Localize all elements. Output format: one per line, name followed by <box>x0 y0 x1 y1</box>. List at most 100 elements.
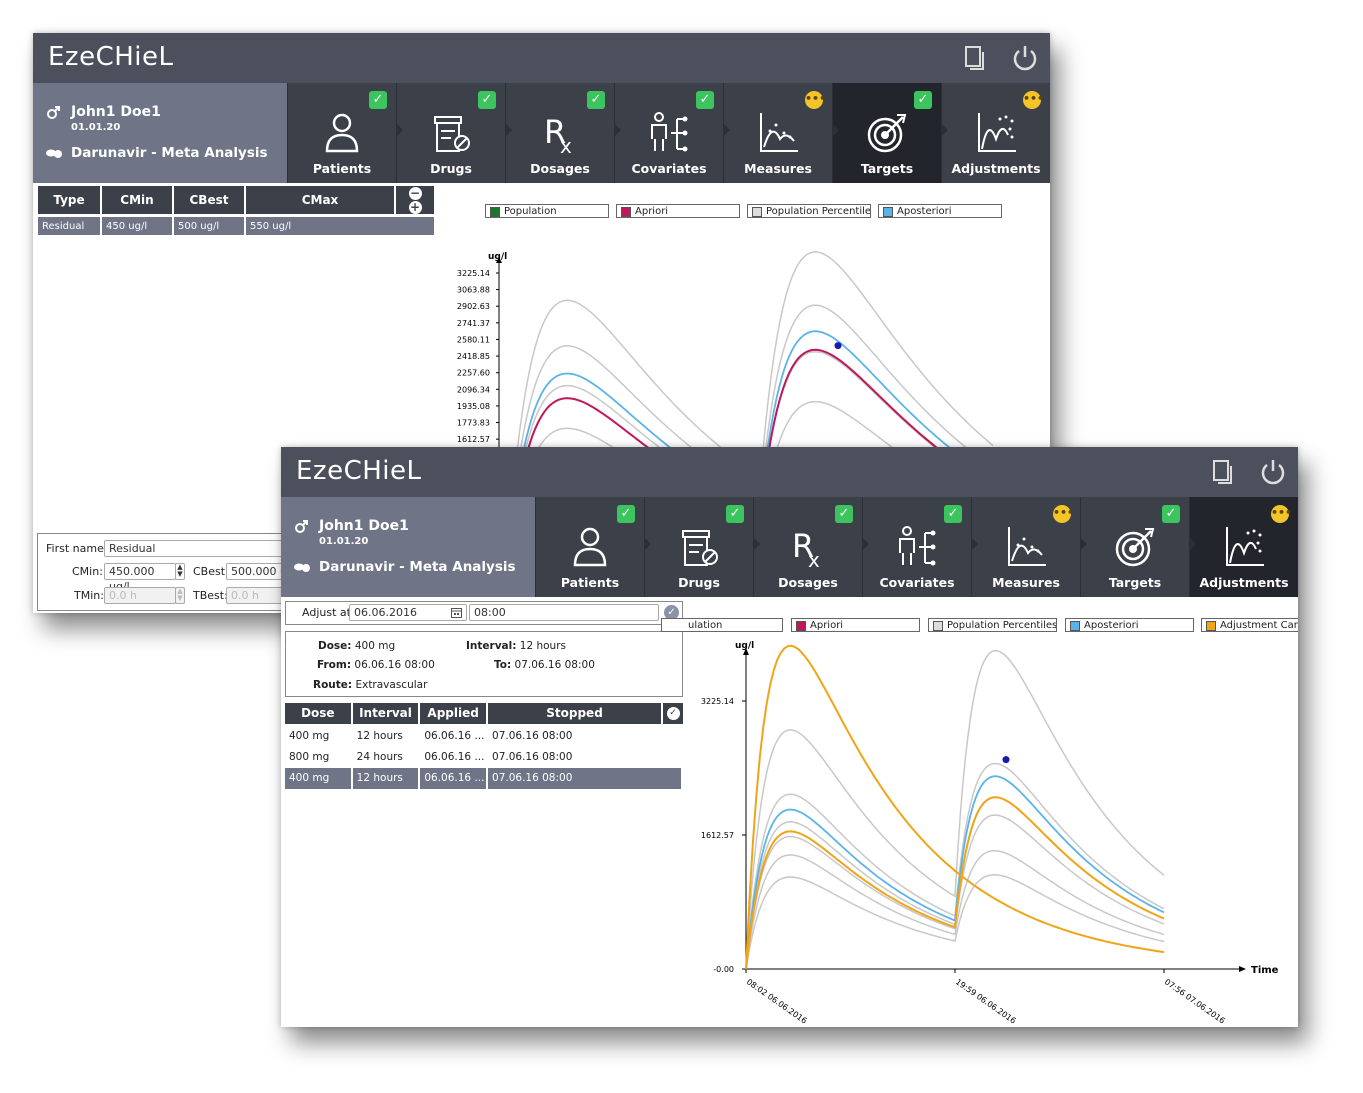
y-tick-label: 1612.57 <box>457 435 490 444</box>
table-row-selected[interactable]: 400 mg 12 hours 06.06.16 ... 07.06.16 08… <box>285 768 683 789</box>
legend-adjustment[interactable]: Adjustment Cand <box>1201 618 1298 632</box>
col-cmin[interactable]: CMin <box>102 186 172 214</box>
tab-patients[interactable]: ✓ Patients <box>287 83 396 183</box>
table-row[interactable]: Residual 450 ug/l 500 ug/l 550 ug/l <box>38 217 434 235</box>
col-type[interactable]: Type <box>38 186 100 214</box>
y-tick-label: 2096.34 <box>457 385 490 394</box>
tmin-field[interactable]: 0.0 h <box>104 587 176 604</box>
adjust-date-field[interactable]: 06.06.2016 <box>349 604 467 621</box>
tab-label: Dosages <box>778 575 838 590</box>
tab-adjustments[interactable]: ••• Adjustments <box>941 83 1050 183</box>
legend-percentiles[interactable]: Population Percentiles <box>928 618 1057 632</box>
male-icon <box>47 106 60 119</box>
legend-aposteriori[interactable]: Aposteriori <box>1065 618 1194 632</box>
pill-bottle-icon <box>434 116 470 152</box>
y-tick-label: 2418.85 <box>457 352 490 361</box>
person-icon <box>573 527 607 567</box>
adjust-time-field[interactable]: 08:00 <box>469 604 659 621</box>
measures-chart-icon <box>760 113 798 152</box>
tab-drugs[interactable]: ✓ Drugs <box>396 83 505 183</box>
power-icon[interactable] <box>1259 458 1287 486</box>
document-icon[interactable] <box>1209 458 1237 486</box>
first-name-field[interactable]: Residual <box>104 540 304 557</box>
tab-label: Drugs <box>430 161 472 176</box>
add-target-button[interactable]: + <box>408 201 422 214</box>
adjust-at-row: Adjust at: 06.06.2016 08:00 ✓ <box>285 601 683 625</box>
remove-target-button[interactable]: − <box>408 187 422 200</box>
legend-apriori[interactable]: Apriori <box>616 204 740 218</box>
svg-text:x: x <box>808 548 820 569</box>
pending-icon: ••• <box>1271 505 1292 523</box>
patient-name: John1 Doe1 <box>71 104 161 120</box>
cmin-stepper[interactable]: ▲ ▼ <box>175 563 185 580</box>
power-icon[interactable] <box>1011 44 1039 72</box>
covariates-icon <box>651 112 688 152</box>
x-tick-label: 19:59 06.06.2016 <box>954 977 1018 1025</box>
person-icon <box>325 113 359 153</box>
target-icon <box>1115 528 1155 567</box>
calendar-icon[interactable] <box>451 607 462 618</box>
patient-panel: John1 Doe1 01.01.20 Darunavir - Meta Ana… <box>281 497 535 597</box>
rx-icon: Rx <box>544 113 572 155</box>
document-icon[interactable] <box>961 44 989 72</box>
tab-targets[interactable]: ✓ Targets <box>1080 497 1189 597</box>
tab-label: Targets <box>1108 575 1162 590</box>
tab-adjustments[interactable]: ••• Adjustments <box>1189 497 1298 597</box>
title-bar: EzeCHieL <box>281 447 1298 497</box>
y-tick-label: -0.00 <box>713 965 734 974</box>
table-row[interactable]: 400 mg 12 hours 06.06.16 ... 07.06.16 08… <box>285 726 683 747</box>
adjustment-line-2 <box>745 796 1165 970</box>
title-bar: EzeCHieL <box>33 33 1050 83</box>
tab-dosages[interactable]: Rx ✓ Dosages <box>753 497 862 597</box>
pills-icon <box>294 563 310 572</box>
legend-aposteriori[interactable]: Aposteriori <box>878 204 1002 218</box>
y-tick-label: 1773.83 <box>457 419 490 428</box>
pills-icon <box>46 149 62 158</box>
legend-percentiles[interactable]: Population Percentiles <box>747 204 871 218</box>
drug-name: Darunavir - Meta Analysis <box>71 145 268 161</box>
legend-apriori[interactable]: Apriori <box>791 618 920 632</box>
col-stopped[interactable]: Stopped <box>487 703 662 724</box>
app-title: EzeCHieL <box>296 456 422 486</box>
tab-label: Measures <box>992 575 1060 590</box>
check-icon: ✓ <box>696 91 714 109</box>
x-axis-label: Time <box>1251 965 1279 976</box>
tab-covariates[interactable]: ✓ Covariates <box>614 83 723 183</box>
tab-label: Drugs <box>678 575 720 590</box>
x-tick-label: 08:02 06.06.2016 <box>745 977 809 1025</box>
col-interval[interactable]: Interval <box>352 703 419 724</box>
targets-table: Type CMin CBest CMax − + Residual 450 ug… <box>36 186 436 235</box>
svg-text:x: x <box>560 134 572 155</box>
col-cbest[interactable]: CBest <box>174 186 244 214</box>
check-icon: ✓ <box>1162 505 1180 523</box>
tab-targets[interactable]: ✓ Targets <box>832 83 941 183</box>
legend-population[interactable]: Population <box>485 204 609 218</box>
tmin-stepper[interactable]: ▲ ▼ <box>175 587 185 604</box>
x-axis-arrow <box>1239 966 1246 972</box>
tab-covariates[interactable]: ✓ Covariates <box>862 497 971 597</box>
drug-name: Darunavir - Meta Analysis <box>319 559 516 575</box>
check-icon: ✓ <box>835 505 853 523</box>
tab-drugs[interactable]: ✓ Drugs <box>644 497 753 597</box>
cmin-field[interactable]: 450.000 ug/l <box>104 563 176 593</box>
col-dose[interactable]: Dose <box>285 703 351 724</box>
y-tick-label: 1935.08 <box>457 402 490 411</box>
tab-dosages[interactable]: Rx ✓ Dosages <box>505 83 614 183</box>
tab-label: Targets <box>860 161 914 176</box>
col-cmax[interactable]: CMax <box>246 186 394 214</box>
legend-population[interactable]: ulation <box>661 618 783 632</box>
adjustments-chart-icon <box>978 113 1016 152</box>
tab-measures[interactable]: ••• Measures <box>971 497 1080 597</box>
table-row[interactable]: 800 mg 24 hours 06.06.16 ... 07.06.16 08… <box>285 747 683 768</box>
tab-patients[interactable]: ✓ Patients <box>535 497 644 597</box>
dosage-info: Dose: 400 mg Interval: 12 hours From: 06… <box>285 631 683 697</box>
x-tick-label: 07:56 07.06.2016 <box>1163 977 1227 1025</box>
measure-point <box>1002 756 1010 764</box>
adjustments-window: EzeCHieL John1 Doe1 01.01.20 Darunavir -… <box>281 447 1298 1027</box>
check-all-icon[interactable]: ✓ <box>663 703 683 724</box>
pending-icon: ••• <box>1053 505 1074 523</box>
pill-bottle-icon <box>682 530 718 566</box>
tab-bar: ✓ Patients ✓ Drugs Rx ✓ Dosages ✓ Covariates ••• M… <box>287 83 1050 183</box>
tab-measures[interactable]: ••• Measures <box>723 83 832 183</box>
col-applied[interactable]: Applied <box>420 703 486 724</box>
